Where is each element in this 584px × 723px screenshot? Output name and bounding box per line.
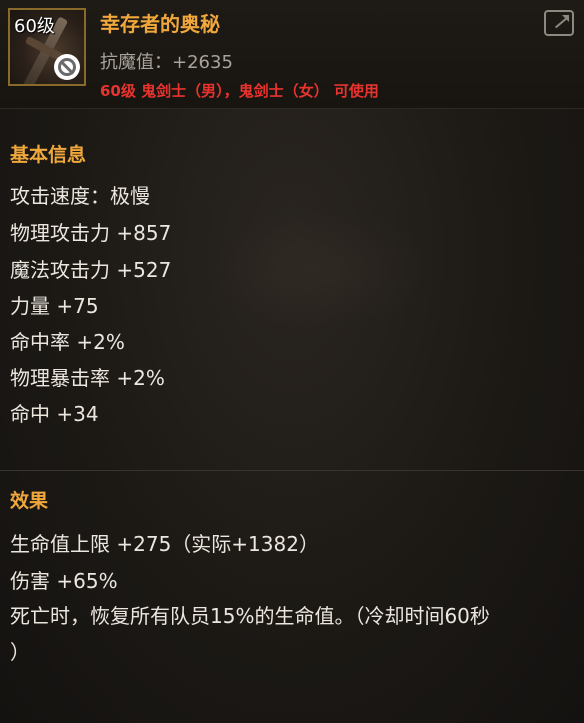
effect-death-heal: 死亡时，恢复所有队员15%的生命值。（冷却时间60秒: [10, 604, 490, 628]
forbidden-icon: [54, 54, 80, 80]
level-badge: 60级: [14, 16, 55, 37]
stat-physical-attack: 物理攻击力 +857: [10, 221, 172, 245]
stat-strength: 力量 +75: [10, 294, 99, 318]
stat-hit-rate: 命中率 +2%: [10, 330, 125, 354]
item-name: 幸存者的奥秘: [100, 12, 220, 36]
effect-death-heal-cont: ）: [10, 640, 30, 664]
item-tooltip: 60级 幸存者的奥秘 抗魔值：+2635 60级 鬼剑士（男），鬼剑士（女） 可…: [0, 0, 584, 723]
item-icon[interactable]: 60级: [8, 8, 86, 86]
share-button[interactable]: [544, 10, 574, 36]
effect-damage: 伤害 +65%: [10, 569, 118, 593]
usage-restriction: 60级 鬼剑士（男），鬼剑士（女） 可使用: [100, 82, 379, 100]
stat-attack-speed: 攻击速度：极慢: [10, 184, 150, 208]
stat-physical-crit: 物理暴击率 +2%: [10, 366, 165, 390]
magic-resist-value: 抗魔值：+2635: [100, 52, 233, 73]
stat-magic-attack: 魔法攻击力 +527: [10, 258, 172, 282]
section-divider: [0, 470, 584, 471]
effect-hp-max: 生命值上限 +275（实际+1382）: [10, 532, 319, 556]
item-header: 60级 幸存者的奥秘 抗魔值：+2635 60级 鬼剑士（男），鬼剑士（女） 可…: [0, 0, 584, 109]
stat-hit: 命中 +34: [10, 402, 99, 426]
basic-info-title: 基本信息: [10, 144, 87, 166]
background-decoration: [210, 210, 430, 330]
effects-title: 效果: [10, 490, 49, 512]
